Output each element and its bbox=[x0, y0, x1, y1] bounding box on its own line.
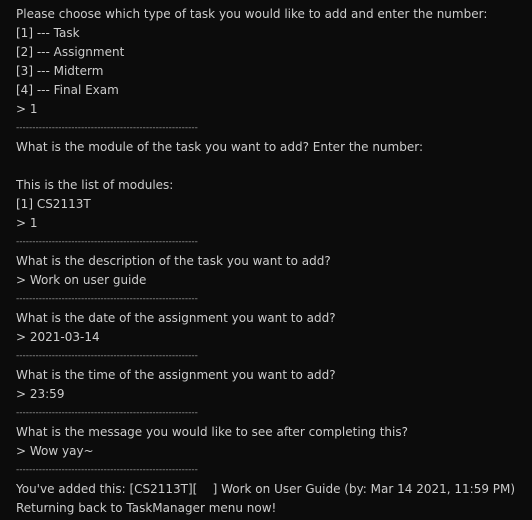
output-line: What is the date of the assignment you w… bbox=[16, 311, 336, 325]
separator-line: ----------------------------------------… bbox=[16, 465, 198, 475]
output-line: Returning back to TaskManager menu now! bbox=[16, 501, 277, 515]
output-line: What is the message you would like to se… bbox=[16, 425, 408, 439]
input-line: > 1 bbox=[16, 102, 38, 116]
output-line: What is the module of the task you want … bbox=[16, 140, 423, 154]
output-line: Please choose which type of task you wou… bbox=[16, 7, 488, 21]
output-line: What is the description of the task you … bbox=[16, 254, 331, 268]
output-line: [4] --- Final Exam bbox=[16, 83, 119, 97]
separator-line: ----------------------------------------… bbox=[16, 237, 198, 247]
input-line: > 2021-03-14 bbox=[16, 330, 100, 344]
separator-line: ----------------------------------------… bbox=[16, 294, 198, 304]
input-line: > Work on user guide bbox=[16, 273, 147, 287]
separator-line: ----------------------------------------… bbox=[16, 123, 198, 133]
output-line: You've added this: [CS2113T][ ] Work on … bbox=[16, 482, 516, 496]
input-line: > 23:59 bbox=[16, 387, 65, 401]
terminal-window[interactable]: Please choose which type of task you wou… bbox=[0, 0, 532, 520]
output-line: [2] --- Assignment bbox=[16, 45, 125, 59]
input-line: > Wow yay~ bbox=[16, 444, 94, 458]
separator-line: ----------------------------------------… bbox=[16, 408, 198, 418]
output-line: What is the time of the assignment you w… bbox=[16, 368, 336, 382]
output-line: [3] --- Midterm bbox=[16, 64, 104, 78]
output-line: [1] CS2113T bbox=[16, 197, 91, 211]
input-line: > 1 bbox=[16, 216, 38, 230]
output-line: [1] --- Task bbox=[16, 26, 80, 40]
output-line: This is the list of modules: bbox=[16, 178, 174, 192]
separator-line: ----------------------------------------… bbox=[16, 351, 198, 361]
